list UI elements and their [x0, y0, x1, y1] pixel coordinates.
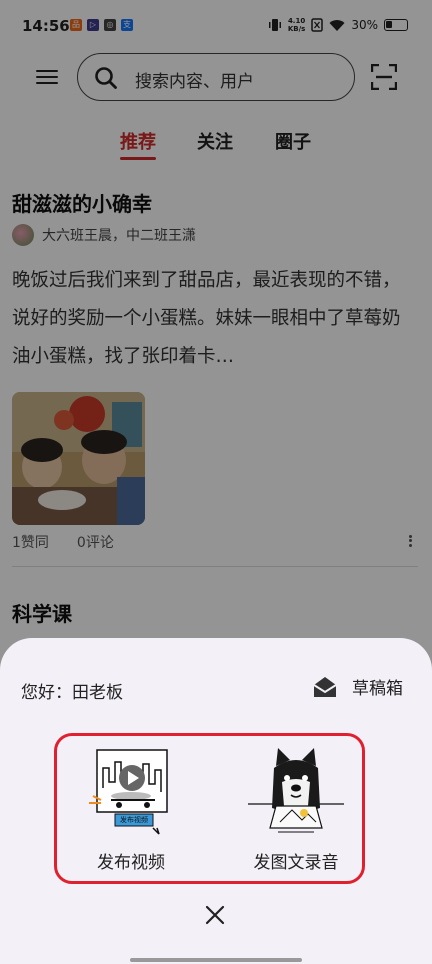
video-skateboard-icon: 发布视频	[83, 748, 179, 840]
video-badge-text: 发布视频	[120, 816, 148, 824]
publish-post-option[interactable]: 发图文录音	[231, 748, 361, 873]
publish-post-label: 发图文录音	[253, 853, 339, 873]
publish-options-highlight: 发布视频 发布视频 发图文录音	[54, 733, 365, 884]
publish-video-label: 发布视频	[97, 853, 165, 873]
dog-drawing-icon	[248, 748, 344, 840]
drafts-label: 草稿箱	[352, 679, 403, 699]
publish-video-option[interactable]: 发布视频 发布视频	[66, 748, 196, 873]
close-icon[interactable]	[204, 904, 226, 926]
home-indicator[interactable]	[130, 958, 302, 962]
drafts-button[interactable]: 草稿箱	[312, 674, 403, 699]
publish-sheet: 您好：田老板 草稿箱 发布视频 发布视频 发图文录音	[0, 638, 432, 964]
greeting: 您好：田老板	[21, 683, 123, 703]
envelope-icon	[313, 676, 337, 697]
